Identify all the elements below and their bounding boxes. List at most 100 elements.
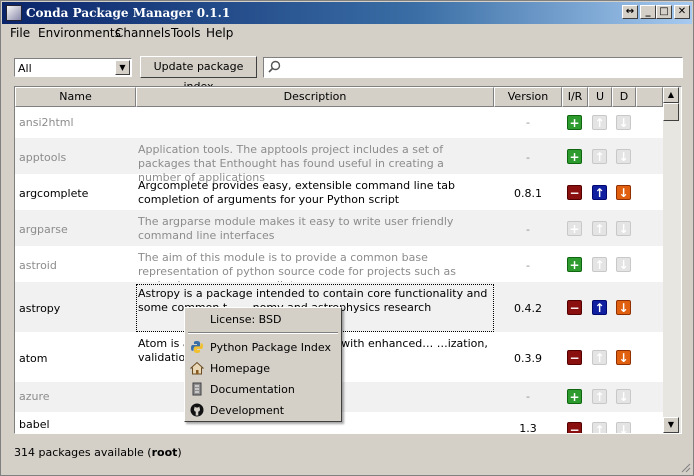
package-name: astropy xyxy=(19,302,61,315)
document-icon xyxy=(192,382,202,396)
package-name: atom xyxy=(19,352,48,365)
resize-button[interactable]: ↔ xyxy=(622,5,638,19)
install-icon[interactable]: + xyxy=(567,149,582,164)
resize-grip-icon[interactable] xyxy=(679,461,691,473)
toolbar: All ▼ Update package index xyxy=(1,51,693,93)
package-description: The argparse module makes it easy to wri… xyxy=(138,215,454,242)
minimize-button[interactable]: _ xyxy=(640,5,656,19)
filter-select-value: All xyxy=(18,62,32,75)
package-name: babel xyxy=(19,418,50,431)
package-description: Argcomplete provides easy, extensible co… xyxy=(138,179,456,206)
status-text: 314 packages available ( xyxy=(14,446,152,459)
package-version: - xyxy=(526,223,530,236)
menu-environments[interactable]: Environments xyxy=(38,26,121,40)
package-name: ansi2html xyxy=(19,116,74,129)
scroll-up-icon[interactable]: ▲ xyxy=(663,87,679,103)
menu-channels[interactable]: Channels xyxy=(115,26,171,40)
menu-help[interactable]: Help xyxy=(206,26,233,40)
package-name: apptools xyxy=(19,151,67,164)
scroll-down-icon[interactable]: ▼ xyxy=(663,417,679,433)
install-icon[interactable]: + xyxy=(567,257,582,272)
remove-icon[interactable]: − xyxy=(567,300,582,315)
package-version: 1.3 xyxy=(519,422,537,434)
table-row[interactable]: astroid The aim of this module is to pro… xyxy=(15,246,663,292)
package-version: 0.8.1 xyxy=(514,187,542,200)
install-disabled-icon: + xyxy=(567,221,582,236)
package-name: astroid xyxy=(19,259,57,272)
upgrade-disabled-icon: ↑ xyxy=(592,422,607,433)
package-version: - xyxy=(526,390,530,403)
downgrade-disabled-icon: ↓ xyxy=(616,422,631,433)
header-spacer xyxy=(636,87,663,107)
header-upgrade[interactable]: U xyxy=(588,87,612,107)
status-environment: root xyxy=(151,446,178,459)
header-version[interactable]: Version xyxy=(494,87,562,107)
package-version: - xyxy=(526,151,530,164)
header-install-remove[interactable]: I/R xyxy=(562,87,588,107)
downgrade-disabled-icon: ↓ xyxy=(616,389,631,404)
title-bar[interactable]: Conda Package Manager 0.1.1 ↔ _ □ ✕ xyxy=(2,2,692,24)
package-version: - xyxy=(526,259,530,272)
filter-select[interactable]: All ▼ xyxy=(14,58,132,77)
package-name: argcomplete xyxy=(19,187,89,200)
remove-icon[interactable]: − xyxy=(567,185,582,200)
downgrade-icon[interactable]: ↓ xyxy=(616,350,631,365)
python-icon xyxy=(191,341,203,353)
chevron-down-icon[interactable]: ▼ xyxy=(115,60,130,75)
context-homepage[interactable]: Homepage xyxy=(210,362,270,375)
menu-tools[interactable]: Tools xyxy=(171,26,201,40)
close-button[interactable]: ✕ xyxy=(674,5,690,19)
menu-bar: File Environments Channels Tools Help xyxy=(2,24,692,42)
downgrade-icon[interactable]: ↓ xyxy=(616,300,631,315)
remove-icon[interactable]: − xyxy=(567,422,582,433)
package-version: 0.3.9 xyxy=(514,352,542,365)
menu-separator xyxy=(188,332,338,334)
package-version: - xyxy=(526,116,530,129)
upgrade-icon[interactable]: ↑ xyxy=(592,300,607,315)
package-name: azure xyxy=(19,390,50,403)
scroll-thumb[interactable] xyxy=(663,103,679,121)
table-row[interactable]: argcomplete Argcomplete provides easy, e… xyxy=(15,174,663,210)
header-description[interactable]: Description xyxy=(136,87,494,107)
window-title: Conda Package Manager 0.1.1 xyxy=(26,6,231,20)
search-icon xyxy=(268,60,281,73)
upgrade-disabled-icon: ↑ xyxy=(592,389,607,404)
downgrade-disabled-icon: ↓ xyxy=(616,221,631,236)
header-downgrade[interactable]: D xyxy=(612,87,636,107)
app-window: Conda Package Manager 0.1.1 ↔ _ □ ✕ File… xyxy=(0,0,694,476)
status-suffix: ) xyxy=(177,446,182,459)
downgrade-disabled-icon: ↓ xyxy=(616,115,631,130)
install-icon[interactable]: + xyxy=(567,115,582,130)
search-input[interactable] xyxy=(263,57,683,78)
downgrade-disabled-icon: ↓ xyxy=(616,149,631,164)
header-name[interactable]: Name xyxy=(15,87,136,107)
upgrade-icon[interactable]: ↑ xyxy=(592,185,607,200)
downgrade-disabled-icon: ↓ xyxy=(616,257,631,272)
context-development[interactable]: Development xyxy=(210,404,284,417)
context-documentation[interactable]: Documentation xyxy=(210,383,295,396)
downgrade-icon[interactable]: ↓ xyxy=(616,185,631,200)
menu-file[interactable]: File xyxy=(10,26,30,40)
package-version: 0.4.2 xyxy=(514,302,542,315)
context-menu: License: BSD Python Package Index Homepa… xyxy=(184,307,342,422)
table-row[interactable]: ansi2html - + ↑ ↓ xyxy=(15,107,663,138)
upgrade-disabled-icon: ↑ xyxy=(592,115,607,130)
remove-icon[interactable]: − xyxy=(567,350,582,365)
status-bar: 314 packages available (root) xyxy=(14,446,182,459)
table-row[interactable]: argparse The argparse module makes it ea… xyxy=(15,210,663,246)
table-header: Name Description Version I/R U D xyxy=(15,87,663,107)
vertical-scrollbar[interactable]: ▲ ▼ xyxy=(663,87,681,433)
update-index-button[interactable]: Update package index xyxy=(140,56,257,93)
app-icon xyxy=(6,5,22,21)
upgrade-disabled-icon: ↑ xyxy=(592,350,607,365)
context-license: License: BSD xyxy=(210,313,282,326)
maximize-button[interactable]: □ xyxy=(656,5,672,19)
context-python-package-index[interactable]: Python Package Index xyxy=(210,341,331,354)
install-icon[interactable]: + xyxy=(567,389,582,404)
package-table: Name Description Version I/R U D ansi2ht… xyxy=(14,86,682,434)
github-icon xyxy=(190,403,204,417)
upgrade-disabled-icon: ↑ xyxy=(592,149,607,164)
table-row[interactable]: apptools Application tools. The apptools… xyxy=(15,138,663,184)
home-icon xyxy=(190,361,204,375)
upgrade-disabled-icon: ↑ xyxy=(592,257,607,272)
